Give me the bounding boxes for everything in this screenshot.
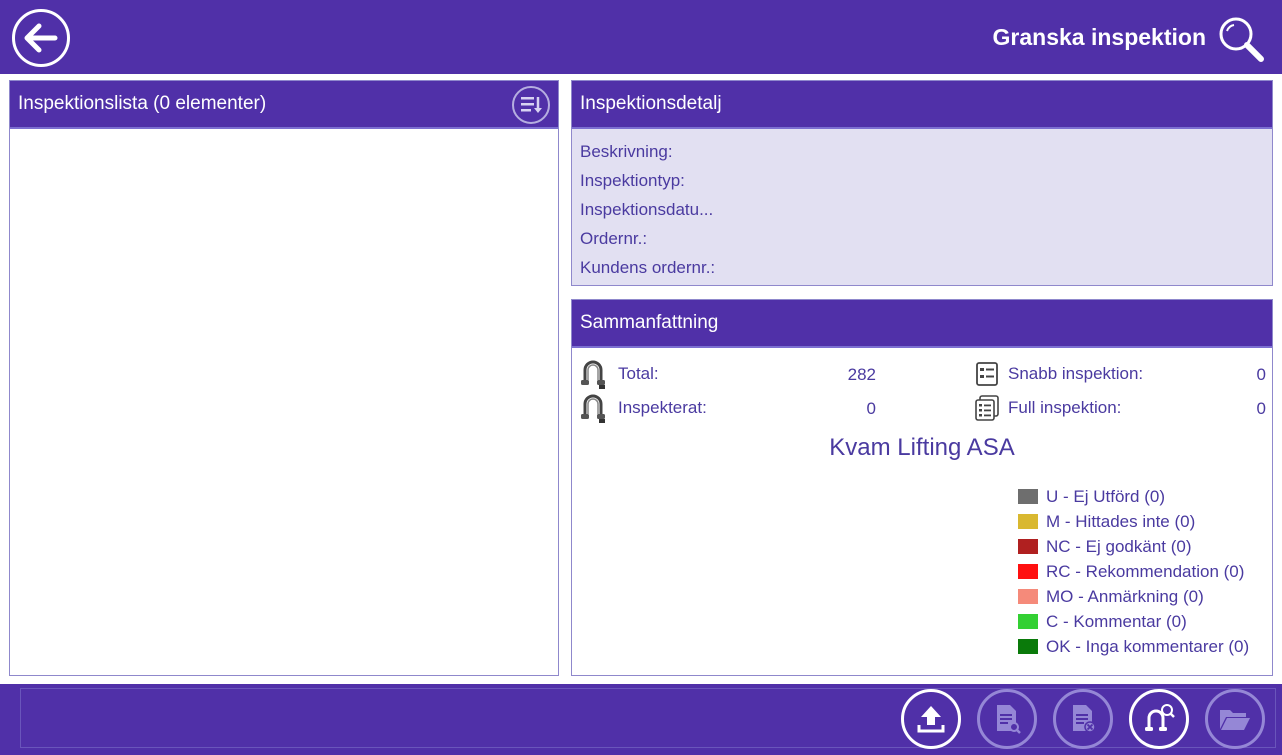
legend-item-ok: OK - Inga kommentarer (0) [1018,634,1249,659]
legend-label: M - Hittades inte (0) [1046,511,1196,531]
inspection-list-header: Inspektionslista (0 elementer) [10,81,558,129]
summary-total-value: 282 [847,365,876,384]
legend-item-nc: NC - Ej godkänt (0) [1018,534,1249,559]
sort-list-icon [521,97,542,113]
summary-panel: Sammanfattning Total: 282 Inspekterat: 0… [571,299,1273,676]
shackle-icon [578,392,608,424]
arrow-left-icon [24,23,58,53]
legend-item-m: M - Hittades inte (0) [1018,509,1249,534]
detail-customer-order-number: Kundens ordernr.: [580,257,716,277]
content-area: Inspektionslista (0 elementer) Inspektio… [0,74,1282,684]
upload-icon [917,706,945,733]
inspection-list[interactable] [10,129,558,675]
inspection-detail-panel: Inspektionsdetalj Beskrivning: Inspektio… [571,80,1273,286]
inspection-list-panel: Inspektionslista (0 elementer) [9,80,559,676]
shackle-search-icon [1145,704,1175,731]
legend-swatch [1018,639,1038,654]
summary-full-value: 0 [1256,399,1266,418]
summary-quick-value: 0 [1256,365,1266,384]
legend-label: RC - Rekommendation (0) [1046,561,1245,581]
back-button[interactable] [12,9,70,67]
legend-label: U - Ej Utförd (0) [1046,486,1166,506]
bottom-toolbar [0,684,1282,755]
legend-label: NC - Ej godkänt (0) [1046,536,1192,556]
summary-full-row: Full inspektion: [972,392,1121,424]
legend-label: C - Kommentar (0) [1046,611,1187,631]
legend-swatch [1018,589,1038,604]
delete-report-button[interactable] [1053,689,1113,749]
open-folder-button[interactable] [1205,689,1265,749]
summary-inspected-row: Inspekterat: [578,392,707,424]
legend-swatch [1018,514,1038,529]
legend-item-rc: RC - Rekommendation (0) [1018,559,1249,584]
legend-item-mo: MO - Anmärkning (0) [1018,584,1249,609]
upload-button[interactable] [901,689,961,749]
summary-total-label: Total: [618,364,659,383]
document-search-icon [997,705,1021,734]
legend-swatch [1018,614,1038,629]
summary-inspected-label: Inspekterat: [618,398,707,417]
checklist-stack-icon [972,392,1002,424]
detail-inspection-type: Inspektiontyp: [580,170,685,190]
legend-label: OK - Inga kommentarer (0) [1046,636,1250,656]
inspection-list-title: Inspektionslista (0 elementer) [18,93,267,114]
company-name: Kvam Lifting ASA [829,434,1015,461]
summary-full-label: Full inspektion: [1008,398,1122,417]
detail-inspection-date: Inspektionsdatu... [580,199,714,219]
view-report-button[interactable] [977,689,1037,749]
document-delete-icon [1073,705,1096,733]
legend-item-c: C - Kommentar (0) [1018,609,1249,634]
detail-order-number: Ordernr.: [580,228,648,248]
legend-swatch [1018,539,1038,554]
search-icon [1219,17,1264,62]
inspect-equipment-button[interactable] [1129,689,1189,749]
summary-quick-label: Snabb inspektion: [1008,364,1144,383]
checklist-icon [972,358,1002,390]
folder-open-icon [1220,710,1250,730]
legend-swatch [1018,489,1038,504]
legend-swatch [1018,564,1038,579]
summary-title: Sammanfattning [580,312,719,333]
inspection-detail-title: Inspektionsdetalj [580,93,722,114]
summary-quick-row: Snabb inspektion: [972,358,1143,390]
top-bar: Granska inspektion [0,0,1282,74]
inspection-detail-header: Inspektionsdetalj [572,81,1272,129]
summary-inspected-value: 0 [866,399,876,418]
legend-label: MO - Anmärkning (0) [1046,586,1204,606]
legend-item-u: U - Ej Utförd (0) [1018,484,1249,509]
search-button[interactable] [1216,14,1266,64]
inspection-detail-body: Beskrivning: Inspektiontyp: Inspektionsd… [572,129,1272,282]
summary-total-row: Total: [578,358,659,390]
detail-description: Beskrivning: [580,141,673,161]
page-title: Granska inspektion [992,24,1206,50]
summary-header: Sammanfattning [572,300,1272,348]
shackle-icon [578,358,608,390]
sort-button[interactable] [512,86,550,124]
status-legend: U - Ej Utförd (0) M - Hittades inte (0) … [1018,484,1249,659]
